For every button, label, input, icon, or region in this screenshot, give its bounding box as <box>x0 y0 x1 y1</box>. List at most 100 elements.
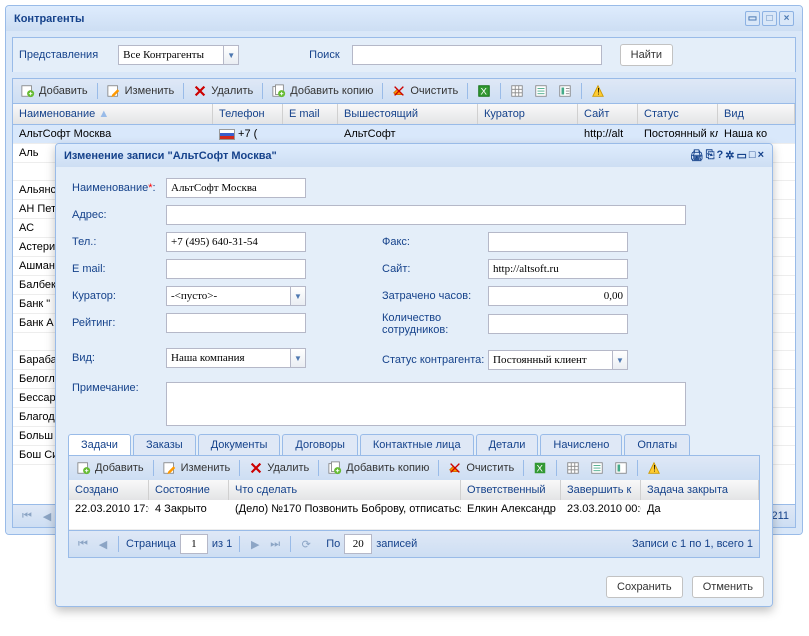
sub-grid-button[interactable] <box>562 459 584 477</box>
cancel-button[interactable]: Отменить <box>692 576 764 598</box>
lbl-rating: Рейтинг: <box>68 317 166 329</box>
input-hours[interactable] <box>488 286 628 306</box>
pg-refresh-icon[interactable]: ⟳ <box>298 536 314 552</box>
grid-icon <box>510 84 524 98</box>
pg-prev-icon[interactable]: ◀ <box>95 536 111 552</box>
add-button[interactable]: Добавить <box>17 82 92 100</box>
input-type[interactable]: ▼ <box>166 348 306 368</box>
lbl-type: Вид: <box>68 352 166 364</box>
close-icon[interactable]: × <box>779 11 794 26</box>
clear-button[interactable]: Очистить <box>388 82 462 100</box>
col-phone[interactable]: Телефон <box>213 104 283 124</box>
pg-label: Страница <box>126 538 176 550</box>
window-title: Контрагенты <box>14 13 84 25</box>
lbl-addr: Адрес: <box>68 209 166 221</box>
col-site[interactable]: Сайт <box>578 104 638 124</box>
chevron-down-icon[interactable]: ▼ <box>290 286 306 306</box>
delete-button[interactable]: Удалить <box>189 82 257 100</box>
input-addr[interactable] <box>166 205 686 225</box>
lbl-hours: Затрачено часов: <box>378 290 488 302</box>
add-icon <box>77 461 91 475</box>
edit-button[interactable]: Изменить <box>103 82 179 100</box>
sub-delete-button[interactable]: Удалить <box>245 459 313 477</box>
col-curator[interactable]: Куратор <box>478 104 578 124</box>
input-status[interactable]: ▼ <box>488 350 628 370</box>
grid-icon-button[interactable] <box>506 82 528 100</box>
tabs: ЗадачиЗаказыДокументыДоговорыКонтактные … <box>68 434 760 456</box>
input-staff[interactable] <box>488 314 628 334</box>
list-icon-button[interactable] <box>530 82 552 100</box>
copy-button[interactable]: Добавить копию <box>268 82 377 100</box>
input-tel[interactable] <box>166 232 306 252</box>
pg-first-icon[interactable]: ⏮ <box>75 536 91 552</box>
svg-text:X: X <box>481 87 488 98</box>
tab-5[interactable]: Детали <box>476 434 539 455</box>
modal-title: Изменение записи "АльтСофт Москва" <box>64 150 277 162</box>
sub-add-button[interactable]: Добавить <box>73 459 148 477</box>
pager-first-icon[interactable]: ⏮ <box>19 508 35 524</box>
task-row[interactable]: 22.03.2010 17:07 4 Закрыто (Дело) №170 П… <box>69 500 759 530</box>
tab-1[interactable]: Заказы <box>133 434 196 455</box>
find-button[interactable]: Найти <box>620 44 673 66</box>
col-parent[interactable]: Вышестоящий <box>338 104 478 124</box>
pg-per-input[interactable] <box>344 534 372 554</box>
sub-clear-button[interactable]: Очистить <box>444 459 518 477</box>
sub-copy-button[interactable]: Добавить копию <box>324 459 433 477</box>
tab-0[interactable]: Задачи <box>68 434 131 455</box>
modal-min-icon[interactable]: ▭ <box>737 149 747 162</box>
tcol-resp[interactable]: Ответственный <box>461 480 561 500</box>
add-icon <box>21 84 35 98</box>
tcol-due[interactable]: Завершить к <box>561 480 641 500</box>
chevron-down-icon[interactable]: ▼ <box>223 45 239 65</box>
gear-icon[interactable]: ✲ <box>725 149 734 162</box>
search-input[interactable] <box>352 45 602 65</box>
pg-last-icon[interactable]: ⏭ <box>267 536 283 552</box>
minimize-icon[interactable]: ▭ <box>745 11 760 26</box>
sub-warn-button[interactable]: ! <box>643 459 665 477</box>
col-type[interactable]: Вид <box>718 104 795 124</box>
excel-button[interactable]: X <box>473 82 495 100</box>
modal-max-icon[interactable]: □ <box>749 149 756 162</box>
edit-icon <box>163 461 177 475</box>
tab-2[interactable]: Документы <box>198 434 281 455</box>
col-email[interactable]: E mail <box>283 104 338 124</box>
tab-4[interactable]: Контактные лица <box>360 434 474 455</box>
input-name[interactable] <box>166 178 306 198</box>
input-curator[interactable]: ▼ <box>166 286 306 306</box>
modal-close-icon[interactable]: × <box>758 149 764 162</box>
input-fax[interactable] <box>488 232 628 252</box>
pg-input[interactable] <box>180 534 208 554</box>
input-site[interactable] <box>488 259 628 279</box>
tcol-created[interactable]: Создано <box>69 480 149 500</box>
view-select[interactable]: ▼ <box>118 45 239 65</box>
input-note[interactable] <box>166 382 686 426</box>
pg-per-label: записей <box>376 538 417 550</box>
modal-copy-icon[interactable]: ⎘ <box>706 149 715 162</box>
warn-icon-button[interactable]: ! <box>587 82 609 100</box>
tcol-state[interactable]: Состояние <box>149 480 229 500</box>
pg-next-icon[interactable]: ▶ <box>247 536 263 552</box>
input-email[interactable] <box>166 259 306 279</box>
sub-excel-button[interactable]: X <box>529 459 551 477</box>
detail-icon-button[interactable] <box>554 82 576 100</box>
delete-icon <box>193 84 207 98</box>
help-icon[interactable]: ? <box>717 149 724 162</box>
input-rating[interactable] <box>166 313 306 333</box>
save-button[interactable]: Сохранить <box>606 576 683 598</box>
col-status[interactable]: Статус <box>638 104 718 124</box>
maximize-icon[interactable]: □ <box>762 11 777 26</box>
chevron-down-icon[interactable]: ▼ <box>612 350 628 370</box>
tab-3[interactable]: Договоры <box>282 434 357 455</box>
table-row[interactable]: АльтСофт Москва +7 (АльтСофтhttp://altПо… <box>13 125 795 144</box>
pager-prev-icon[interactable]: ◀ <box>39 508 55 524</box>
sub-list-button[interactable] <box>586 459 608 477</box>
print-icon[interactable]: 🖨 <box>690 149 704 162</box>
chevron-down-icon[interactable]: ▼ <box>290 348 306 368</box>
tab-7[interactable]: Оплаты <box>624 434 690 455</box>
tcol-todo[interactable]: Что сделать <box>229 480 461 500</box>
tcol-closed[interactable]: Задача закрыта <box>641 480 759 500</box>
col-name[interactable]: Наименование ▲ <box>13 104 213 124</box>
sub-detail-button[interactable] <box>610 459 632 477</box>
sub-edit-button[interactable]: Изменить <box>159 459 235 477</box>
tab-6[interactable]: Начислено <box>540 434 622 455</box>
